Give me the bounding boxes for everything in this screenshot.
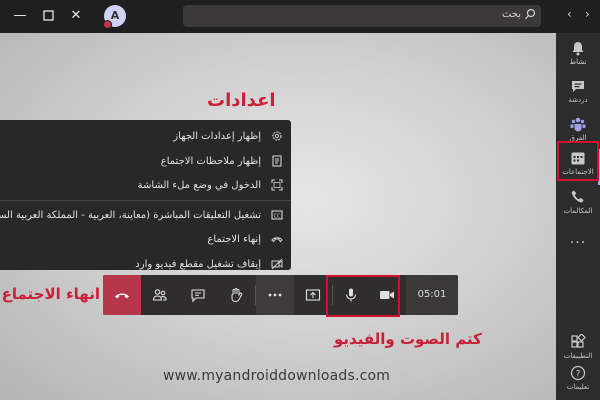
status-dot: [103, 20, 112, 29]
chat-icon: [191, 289, 205, 303]
menu-item-end-meeting[interactable]: إنهاء الاجتماع: [0, 227, 291, 252]
menu-item-label: إيقاف تشغيل مقطع فيديو وارد: [135, 258, 261, 270]
chat-button[interactable]: [179, 275, 217, 315]
share-screen-icon: [305, 289, 321, 301]
search-icon: [525, 8, 536, 20]
menu-item-stop-video[interactable]: إيقاف تشغيل مقطع فيديو وارد: [0, 252, 291, 277]
rail-label: التطبيقات: [563, 352, 593, 360]
fullscreen-icon: [271, 179, 283, 191]
avatar[interactable]: A: [103, 5, 126, 29]
teams-icon: [570, 117, 586, 132]
menu-item-label: إظهار ملاحظات الاجتماع: [160, 155, 261, 167]
hang-up-button[interactable]: [103, 275, 141, 315]
avatar-initial: A: [110, 9, 120, 22]
rail-label: دردشة: [568, 96, 588, 104]
raise-hand-icon: [231, 288, 243, 303]
title-bar: — ✕ A بحث ‹ ›: [0, 0, 600, 33]
menu-divider: [0, 199, 291, 201]
participants-icon: [152, 289, 167, 301]
bell-icon: [572, 42, 584, 56]
rail-label: نشاط: [569, 58, 587, 66]
menu-item-live-captions[interactable]: CC تشغيل التعليقات المباشرة (معاينة، الع…: [0, 203, 291, 228]
more-options-menu: إظهار إعدادات الجهاز إظهار ملاحظات الاجت…: [0, 120, 291, 270]
forward-arrow-icon[interactable]: ›: [585, 7, 590, 21]
rail-item-calls[interactable]: المكالمات: [556, 184, 600, 228]
back-arrow-icon[interactable]: ‹: [567, 7, 572, 21]
call-controls-bar: 05:01: [103, 275, 458, 315]
end-meeting-annotation: انهاء الاجتماع: [1, 285, 100, 303]
rail-item-more[interactable]: ...: [556, 227, 600, 271]
help-icon: ?: [570, 365, 586, 381]
notes-icon: [272, 154, 282, 167]
rail-item-help[interactable]: ? تعليمات: [556, 360, 600, 400]
search-input[interactable]: بحث: [183, 5, 541, 27]
menu-item-meeting-notes[interactable]: إظهار ملاحظات الاجتماع: [0, 149, 291, 174]
chat-icon: [572, 81, 584, 92]
search-placeholder: بحث: [501, 9, 521, 20]
menu-item-fullscreen[interactable]: الدخول في وضع ملء الشاشة: [0, 173, 291, 198]
meetings-highlight-box: [557, 141, 599, 181]
menu-item-label: تشغيل التعليقات المباشرة (معاينة، العربي…: [0, 209, 261, 221]
media-controls-highlight-box: [326, 275, 400, 317]
hang-up-icon: [115, 293, 129, 299]
rail-label: المكالمات: [563, 207, 593, 215]
mute-annotation: كتم الصوت والفيديو: [334, 330, 482, 348]
more-options-icon: [268, 293, 282, 297]
captions-icon: CC: [271, 209, 283, 220]
more-icon: ...: [569, 231, 587, 247]
watermark: www.myandroiddownloads.com: [163, 368, 391, 384]
svg-text:?: ?: [576, 370, 581, 380]
phone-icon: [571, 190, 584, 203]
rail-label: تعليمات: [566, 383, 590, 391]
call-timer: 05:01: [406, 275, 458, 315]
apps-icon: [571, 334, 586, 348]
gear-icon: [272, 131, 282, 141]
minimize-icon[interactable]: —: [8, 6, 32, 26]
maximize-icon[interactable]: [36, 6, 60, 26]
menu-item-label: إظهار إعدادات الجهاز: [173, 131, 261, 142]
app-rail: نشاط دردشة الفرق الاجتماعات المكالمات ..…: [556, 33, 600, 400]
menu-item-label: إنهاء الاجتماع: [207, 234, 261, 245]
settings-annotation: اعدادات: [207, 90, 276, 111]
more-options-button[interactable]: [256, 275, 294, 315]
menu-item-device-settings[interactable]: إظهار إعدادات الجهاز: [0, 124, 291, 149]
svg-text:CC: CC: [274, 213, 281, 219]
menu-item-label: الدخول في وضع ملء الشاشة: [137, 180, 261, 191]
end-meeting-icon: [271, 237, 283, 243]
participants-button[interactable]: [141, 275, 179, 315]
video-off-icon: [271, 258, 283, 269]
close-icon[interactable]: ✕: [64, 6, 88, 26]
raise-hand-button[interactable]: [217, 275, 255, 315]
